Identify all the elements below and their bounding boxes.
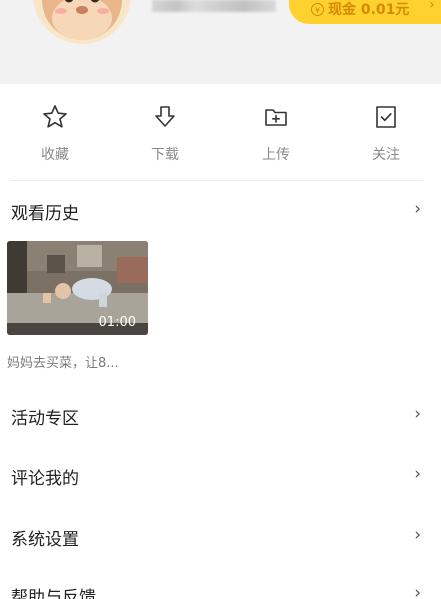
chevron-right-icon: ›: [414, 583, 421, 599]
yuan-coin-icon: ¥: [311, 3, 324, 16]
download-label: 下载: [151, 147, 179, 163]
chevron-right-icon: ›: [414, 199, 421, 219]
menu-item-comments[interactable]: 评论我的 ›: [0, 448, 441, 504]
menu-item-label: 评论我的: [11, 469, 79, 489]
menu-item-help-feedback[interactable]: 帮助与反馈 ›: [0, 567, 441, 599]
chevron-right-icon: ›: [414, 525, 421, 545]
follow-label: 关注: [372, 147, 400, 163]
history-video-title[interactable]: 妈妈去买菜，让8...: [7, 352, 119, 371]
history-video-thumbnail[interactable]: 01:00: [7, 241, 148, 335]
upload-folder-icon: [265, 109, 287, 126]
avatar[interactable]: [33, 0, 131, 44]
username-blurred: [152, 0, 276, 12]
upload-label: 上传: [262, 147, 290, 163]
video-duration: 01:00: [98, 315, 136, 330]
chevron-right-icon: ›: [414, 404, 421, 424]
favorites-button[interactable]: 收藏: [0, 84, 110, 180]
divider: [10, 180, 423, 181]
watch-history-row[interactable]: 观看历史 ›: [0, 183, 441, 239]
upload-button[interactable]: 上传: [221, 84, 331, 180]
follow-button[interactable]: 关注: [331, 84, 441, 180]
quick-actions-bar: 收藏 下载 上传 关注: [0, 84, 441, 180]
favorites-label: 收藏: [41, 147, 69, 163]
profile-header: ¥ 现金 0.01元 ›: [0, 0, 441, 84]
chevron-right-icon: ›: [414, 464, 421, 484]
star-icon: [43, 105, 67, 128]
menu-item-label: 帮助与反馈: [11, 588, 96, 599]
menu-item-settings[interactable]: 系统设置 ›: [0, 509, 441, 565]
cash-balance-button[interactable]: ¥ 现金 0.01元 ›: [289, 0, 441, 24]
menu-item-label: 系统设置: [11, 530, 79, 550]
download-arrow-icon: [155, 106, 175, 127]
cash-balance-label: 现金 0.01元: [328, 2, 410, 18]
follow-check-icon: [376, 106, 396, 128]
menu-item-label: 活动专区: [11, 409, 79, 429]
menu-item-activities[interactable]: 活动专区 ›: [0, 388, 441, 444]
download-button[interactable]: 下载: [110, 84, 220, 180]
chevron-right-icon: ›: [429, 0, 435, 13]
watch-history-title: 观看历史: [11, 204, 79, 224]
